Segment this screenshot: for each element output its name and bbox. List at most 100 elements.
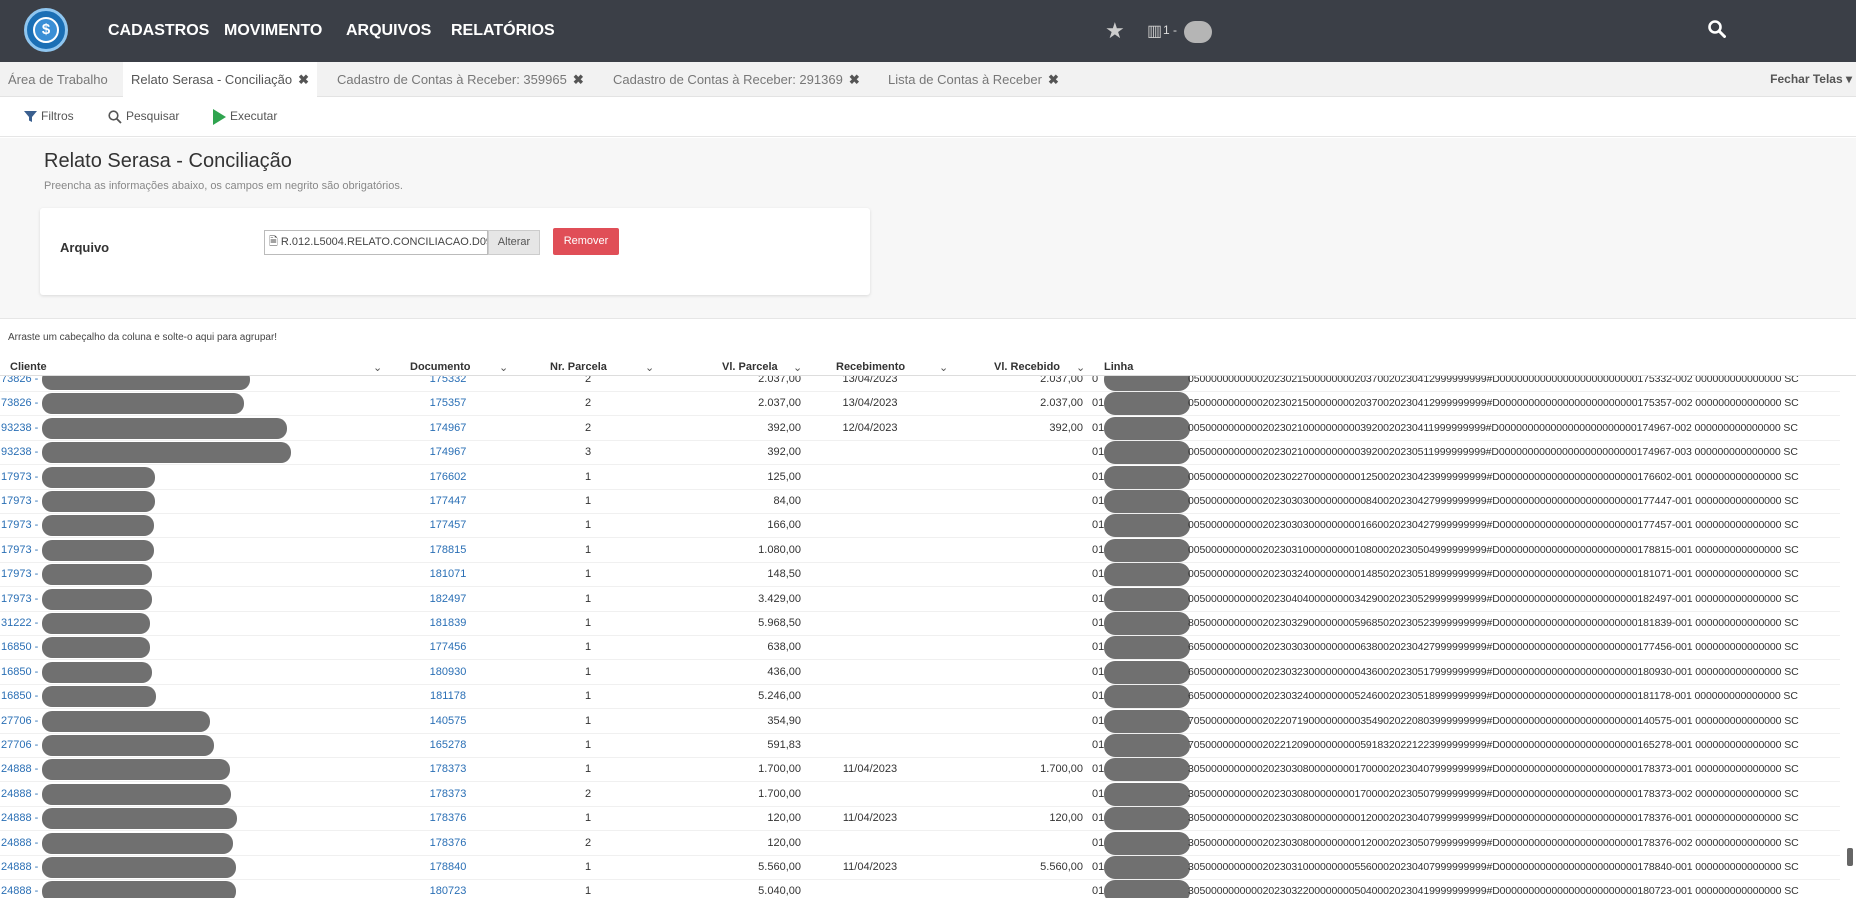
column-header-documento[interactable]: Documento <box>410 361 471 373</box>
table-row[interactable]: 24888 - 178376 2 120,00 01 305000000000020230… <box>0 831 1840 856</box>
company-label[interactable]: 1 - <box>1163 23 1177 37</box>
documento-link[interactable]: 175332 <box>398 376 498 385</box>
close-icon[interactable]: ✖ <box>298 72 309 87</box>
documento-link[interactable]: 181071 <box>398 568 498 580</box>
documento-link[interactable]: 178376 <box>398 837 498 849</box>
chevron-down-icon[interactable]: ⌄ <box>939 361 948 374</box>
tab-relato-serasa[interactable]: Relato Serasa - Conciliação ✖ <box>123 62 318 97</box>
documento-link[interactable]: 182497 <box>398 593 498 605</box>
documento-link[interactable]: 178815 <box>398 544 498 556</box>
building-icon[interactable]: ▥ <box>1147 21 1162 41</box>
documento-link[interactable]: 178376 <box>398 812 498 824</box>
cliente-code[interactable]: 31222 - <box>1 617 38 629</box>
cliente-code[interactable]: 16850 - <box>1 690 38 702</box>
alterar-button[interactable]: Alterar <box>488 230 540 255</box>
cliente-code[interactable]: 16850 - <box>1 666 38 678</box>
table-row[interactable]: 16850 - 181178 1 5.246,00 01 6050000000000202… <box>0 684 1840 710</box>
table-row[interactable]: 93238 - 174967 2 392,00 12/04/2023 392,00 01 00… <box>0 416 1840 441</box>
cliente-code[interactable]: 24888 - <box>1 861 38 873</box>
table-row[interactable]: 27706 - 165278 1 591,83 01 705000000000020221… <box>0 733 1840 758</box>
cliente-code[interactable]: 17973 - <box>1 519 38 531</box>
column-header-linha[interactable]: Linha <box>1104 361 1133 373</box>
tab-lista-contas[interactable]: Lista de Contas à Receber ✖ <box>880 62 1067 97</box>
cliente-code[interactable]: 24888 - <box>1 788 38 800</box>
documento-link[interactable]: 174967 <box>398 422 498 434</box>
documento-link[interactable]: 175357 <box>398 397 498 409</box>
table-row[interactable]: 31222 - 181839 1 5.968,50 01 8050000000000202… <box>0 611 1840 636</box>
chevron-down-icon[interactable]: ⌄ <box>373 361 382 374</box>
column-header-nr-parcela[interactable]: Nr. Parcela <box>550 361 607 373</box>
table-row[interactable]: 16850 - 180930 1 436,00 01 605000000000020230… <box>0 660 1840 685</box>
table-row[interactable]: 73826 - 175332 2 2.037,00 13/04/2023 2.037,00… <box>0 376 1840 392</box>
cliente-code[interactable]: 17973 - <box>1 471 38 483</box>
cliente-code[interactable]: 17973 - <box>1 544 38 556</box>
table-row[interactable]: 24888 - 178376 1 120,00 11/04/2023 120,00 01 30… <box>0 806 1840 832</box>
cliente-code[interactable]: 27706 - <box>1 715 38 727</box>
menu-cadastros[interactable]: CADASTROS <box>108 22 209 40</box>
documento-link[interactable]: 178373 <box>398 763 498 775</box>
table-row[interactable]: 27706 - 140575 1 354,90 01 705000000000020220… <box>0 709 1840 734</box>
chevron-down-icon[interactable]: ⌄ <box>1076 361 1085 374</box>
documento-link[interactable]: 174967 <box>398 446 498 458</box>
table-row[interactable]: 17973 - 177447 1 84,00 01 0050000000000202303… <box>0 489 1840 514</box>
filtros-button[interactable]: Filtros <box>24 109 74 123</box>
cliente-code[interactable]: 17973 - <box>1 593 38 605</box>
documento-link[interactable]: 180930 <box>398 666 498 678</box>
cliente-code[interactable]: 16850 - <box>1 641 38 653</box>
table-row[interactable]: 16850 - 177456 1 638,00 01 605000000000020230… <box>0 635 1840 661</box>
cliente-code[interactable]: 27706 - <box>1 739 38 751</box>
cliente-code[interactable]: 24888 - <box>1 812 38 824</box>
group-panel[interactable]: Arraste um cabeçalho da coluna e solte-o… <box>0 318 1856 353</box>
table-row[interactable]: 17973 - 182497 1 3.429,00 01 0050000000000202… <box>0 587 1840 612</box>
documento-link[interactable]: 181839 <box>398 617 498 629</box>
cliente-code[interactable]: 17973 - <box>1 495 38 507</box>
documento-link[interactable]: 177456 <box>398 641 498 653</box>
table-row[interactable]: 17973 - 181071 1 148,50 01 005000000000020230… <box>0 562 1840 588</box>
cliente-code[interactable]: 73826 - <box>1 376 38 385</box>
table-row[interactable]: 24888 - 178373 1 1.700,00 11/04/2023 1.700,00… <box>0 757 1840 783</box>
documento-link[interactable]: 165278 <box>398 739 498 751</box>
documento-link[interactable]: 178373 <box>398 788 498 800</box>
documento-link[interactable]: 178840 <box>398 861 498 873</box>
menu-relatorios[interactable]: RELATÓRIOS <box>451 22 555 40</box>
column-header-vl-recebido[interactable]: Vl. Recebido <box>994 361 1060 373</box>
table-row[interactable]: 24888 - 180723 1 5.040,00 01 3050000000000202… <box>0 879 1840 898</box>
close-icon[interactable]: ✖ <box>1048 72 1059 87</box>
close-icon[interactable]: ✖ <box>849 72 860 87</box>
column-header-recebimento[interactable]: Recebimento <box>836 361 905 373</box>
cliente-code[interactable]: 24888 - <box>1 885 38 897</box>
table-row[interactable]: 24888 - 178840 1 5.560,00 11/04/2023 5.560,00… <box>0 855 1840 880</box>
tab-cadastro-359965[interactable]: Cadastro de Contas à Receber: 359965 ✖ <box>329 62 592 97</box>
app-logo[interactable]: $ <box>24 8 68 52</box>
cliente-code[interactable]: 93238 - <box>1 446 38 458</box>
documento-link[interactable]: 177457 <box>398 519 498 531</box>
tab-cadastro-291369[interactable]: Cadastro de Contas à Receber: 291369 ✖ <box>605 62 868 97</box>
cliente-code[interactable]: 24888 - <box>1 837 38 849</box>
documento-link[interactable]: 177447 <box>398 495 498 507</box>
column-header-cliente[interactable]: Cliente <box>10 361 47 373</box>
chevron-down-icon[interactable]: ⌄ <box>499 361 508 374</box>
chevron-down-icon[interactable]: ⌄ <box>793 361 802 374</box>
documento-link[interactable]: 140575 <box>398 715 498 727</box>
column-header-vl-parcela[interactable]: Vl. Parcela <box>722 361 778 373</box>
cliente-code[interactable]: 93238 - <box>1 422 38 434</box>
close-icon[interactable]: ✖ <box>573 72 584 87</box>
arquivo-file-field[interactable]: 🗎 R.012.L5004.RELATO.CONCILIACAO.D0904 <box>264 230 488 255</box>
remover-button[interactable]: Remover <box>553 228 619 255</box>
table-row[interactable]: 17973 - 178815 1 1.080,00 01 0050000000000202… <box>0 538 1840 563</box>
chevron-down-icon[interactable]: ⌄ <box>645 361 654 374</box>
documento-link[interactable]: 180723 <box>398 885 498 897</box>
table-row[interactable]: 17973 - 177457 1 166,00 01 005000000000020230… <box>0 513 1840 539</box>
cliente-code[interactable]: 73826 - <box>1 397 38 409</box>
menu-movimento[interactable]: MOVIMENTO <box>224 22 322 40</box>
executar-button[interactable]: Executar <box>212 109 277 125</box>
table-row[interactable]: 73826 - 175357 2 2.037,00 13/04/2023 2.037,00… <box>0 391 1840 417</box>
cliente-code[interactable]: 17973 - <box>1 568 38 580</box>
star-icon[interactable]: ★ <box>1105 18 1125 44</box>
search-icon[interactable] <box>1708 20 1726 38</box>
pesquisar-button[interactable]: Pesquisar <box>108 109 179 124</box>
cliente-code[interactable]: 24888 - <box>1 763 38 775</box>
fechar-telas-dropdown[interactable]: Fechar Telas ▾ <box>1770 62 1856 97</box>
documento-link[interactable]: 181178 <box>398 690 498 702</box>
scrollbar-thumb[interactable] <box>1847 848 1853 866</box>
